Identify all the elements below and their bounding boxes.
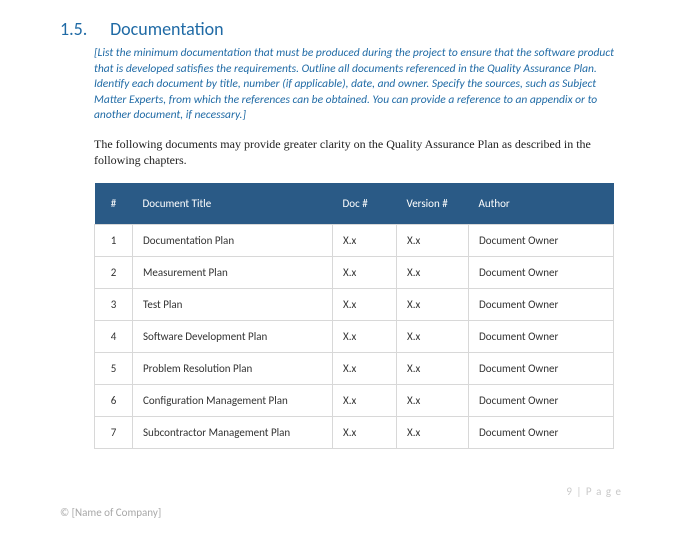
cell-author: Document Owner	[469, 385, 614, 417]
cell-title: Documentation Plan	[133, 225, 333, 257]
cell-version: X.x	[397, 417, 469, 449]
cell-version: X.x	[397, 225, 469, 257]
cell-doc: X.x	[333, 353, 397, 385]
page-number: 9 | P a g e	[60, 485, 622, 498]
section-number: 1.5.	[60, 18, 106, 40]
cell-title: Test Plan	[133, 289, 333, 321]
cell-num: 5	[95, 353, 133, 385]
intro-text: The following documents may provide grea…	[94, 136, 622, 170]
header-title: Document Title	[133, 183, 333, 225]
cell-version: X.x	[397, 321, 469, 353]
header-author: Author	[469, 183, 614, 225]
header-ver: Version #	[397, 183, 469, 225]
page-footer: 9 | P a g e © [Name of Company]	[60, 485, 622, 519]
cell-author: Document Owner	[469, 417, 614, 449]
instruction-text: [List the minimum documentation that mus…	[94, 46, 622, 124]
copyright-text: © [Name of Company]	[60, 506, 622, 519]
cell-num: 4	[95, 321, 133, 353]
cell-author: Document Owner	[469, 321, 614, 353]
table-row: 6Configuration Management PlanX.xX.xDocu…	[95, 385, 614, 417]
cell-author: Document Owner	[469, 353, 614, 385]
section-title: Documentation	[110, 18, 224, 40]
cell-doc: X.x	[333, 289, 397, 321]
cell-version: X.x	[397, 385, 469, 417]
cell-num: 6	[95, 385, 133, 417]
cell-title: Software Development Plan	[133, 321, 333, 353]
cell-doc: X.x	[333, 385, 397, 417]
header-num: #	[95, 183, 133, 225]
cell-version: X.x	[397, 257, 469, 289]
cell-author: Document Owner	[469, 289, 614, 321]
cell-title: Configuration Management Plan	[133, 385, 333, 417]
cell-num: 2	[95, 257, 133, 289]
cell-doc: X.x	[333, 257, 397, 289]
table-row: 1Documentation PlanX.xX.xDocument Owner	[95, 225, 614, 257]
table-row: 5Problem Resolution PlanX.xX.xDocument O…	[95, 353, 614, 385]
cell-title: Problem Resolution Plan	[133, 353, 333, 385]
table-row: 3Test PlanX.xX.xDocument Owner	[95, 289, 614, 321]
cell-version: X.x	[397, 353, 469, 385]
cell-author: Document Owner	[469, 257, 614, 289]
cell-num: 3	[95, 289, 133, 321]
table-row: 7Subcontractor Management PlanX.xX.xDocu…	[95, 417, 614, 449]
cell-doc: X.x	[333, 225, 397, 257]
header-doc: Doc #	[333, 183, 397, 225]
documentation-table: # Document Title Doc # Version # Author …	[94, 183, 614, 449]
cell-num: 1	[95, 225, 133, 257]
table-row: 2Measurement PlanX.xX.xDocument Owner	[95, 257, 614, 289]
cell-author: Document Owner	[469, 225, 614, 257]
cell-title: Subcontractor Management Plan	[133, 417, 333, 449]
cell-title: Measurement Plan	[133, 257, 333, 289]
section-heading: 1.5. Documentation	[60, 18, 622, 40]
cell-doc: X.x	[333, 417, 397, 449]
table-header-row: # Document Title Doc # Version # Author	[95, 183, 614, 225]
table-row: 4Software Development PlanX.xX.xDocument…	[95, 321, 614, 353]
cell-num: 7	[95, 417, 133, 449]
cell-version: X.x	[397, 289, 469, 321]
cell-doc: X.x	[333, 321, 397, 353]
